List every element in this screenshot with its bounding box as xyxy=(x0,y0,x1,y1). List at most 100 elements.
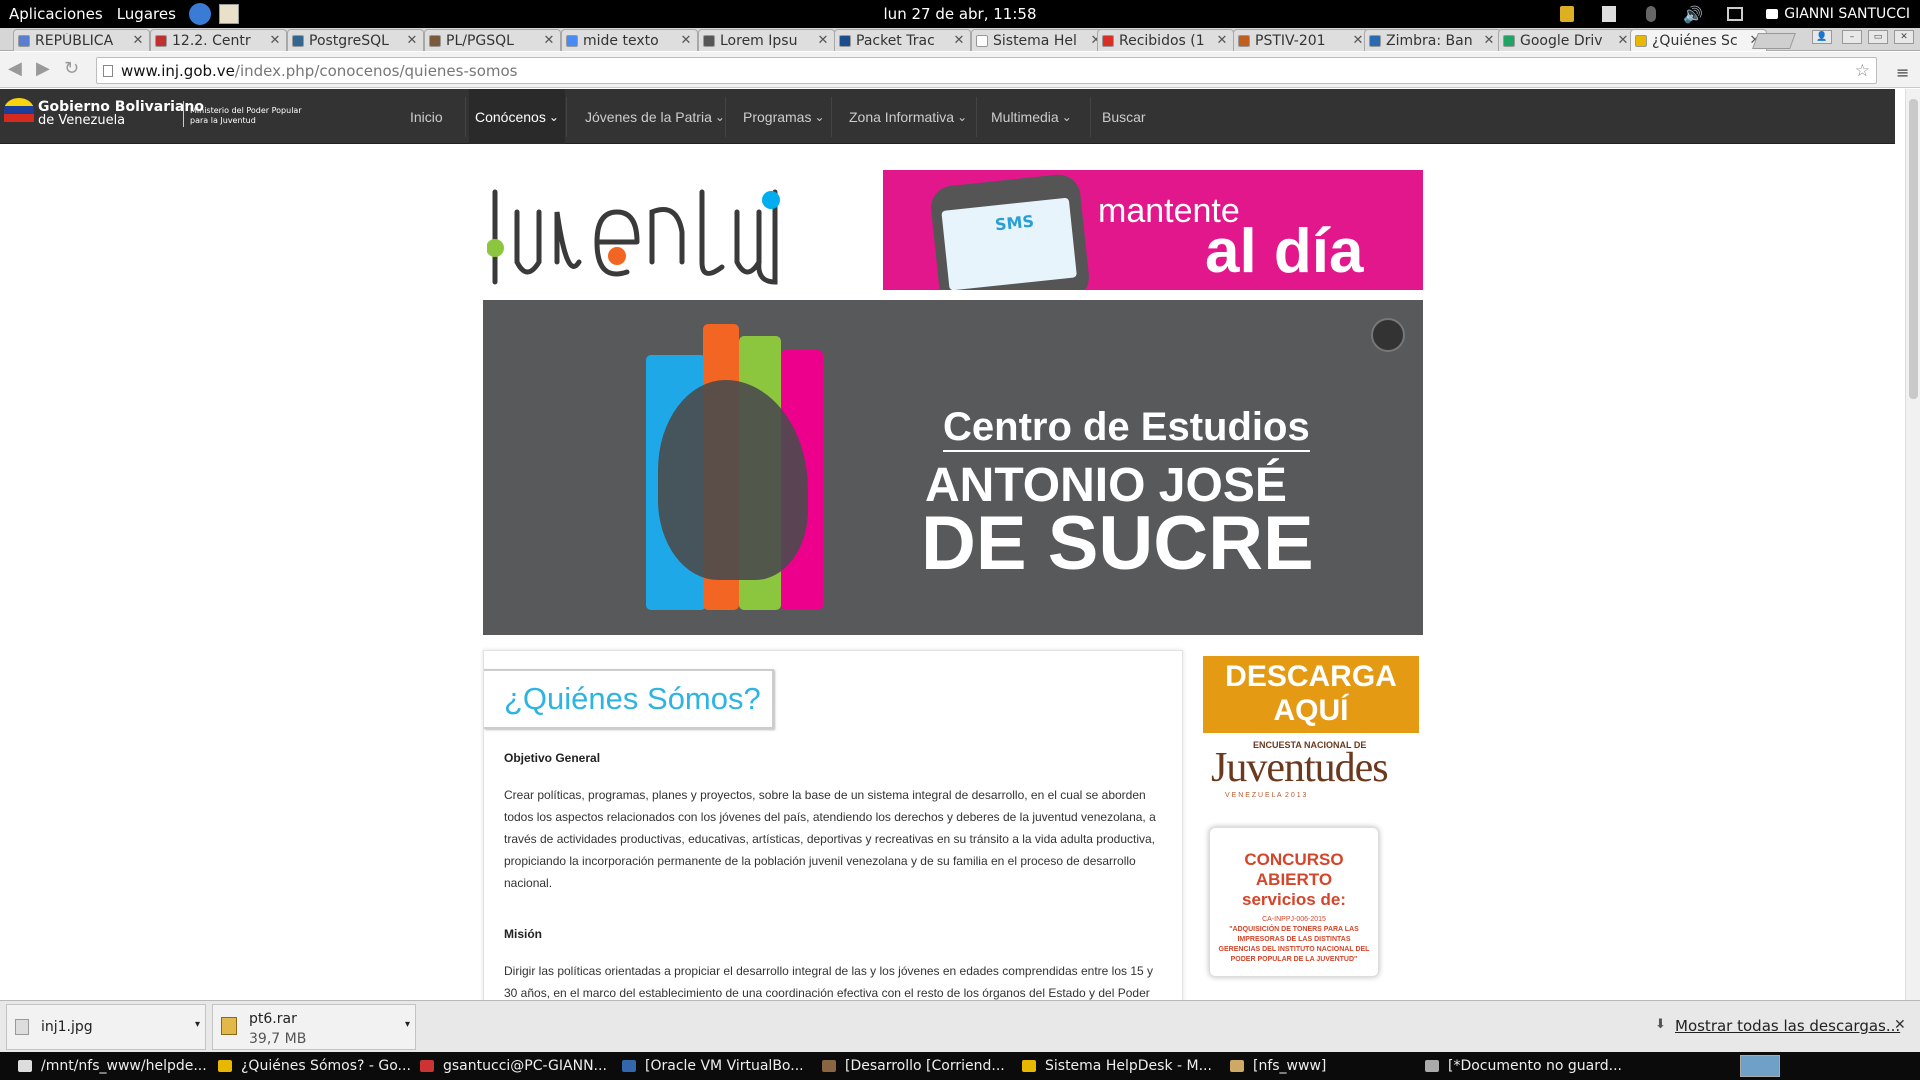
browser-tab[interactable]: Google Driv ✕ xyxy=(1498,29,1635,51)
download-item[interactable]: inj1.jpg ▾ xyxy=(6,1004,206,1050)
tab-label: PostgreSQL xyxy=(309,32,389,49)
editor-launcher-icon[interactable] xyxy=(218,4,239,24)
tab-label: PL/PGSQL xyxy=(446,32,514,49)
maximize-button[interactable]: ▭ xyxy=(1868,30,1888,44)
show-all-downloads-link[interactable]: Mostrar todas las descargas... xyxy=(1675,1017,1900,1035)
browser-tab[interactable]: Lorem Ipsu ✕ xyxy=(698,29,835,51)
close-window-button[interactable]: ✕ xyxy=(1894,30,1914,44)
web-page: Gobierno Bolivariano de Venezuela Minist… xyxy=(0,89,1895,1000)
tab-label: PSTIV-201 xyxy=(1255,32,1326,49)
browser-tab[interactable]: REPÚBLICA ✕ xyxy=(13,29,150,51)
tab-close-icon[interactable]: ✕ xyxy=(542,33,556,48)
taskbar-window-label: gsantucci@PC-GIANN... xyxy=(443,1058,607,1074)
browser-tab[interactable]: Sistema Hel ✕ xyxy=(971,29,1108,51)
tab-favicon-icon xyxy=(155,34,167,47)
taskbar-window-button[interactable]: [nfs_www] xyxy=(1230,1055,1410,1077)
site-nav-item[interactable]: Zona Informativa ⌄ xyxy=(849,89,967,144)
tab-close-icon[interactable]: ✕ xyxy=(952,33,966,48)
hero-slideshow[interactable]: Centro de Estudios ANTONIO JOSÉ DE SUCRE xyxy=(483,300,1423,635)
browser-launcher-icon[interactable] xyxy=(188,3,211,25)
taskbar-window-button[interactable]: /mnt/nfs_www/helpde... xyxy=(18,1055,208,1077)
phone-screen xyxy=(941,197,1077,290)
mission-text: Dirigir las políticas orientadas a propi… xyxy=(504,964,1154,1000)
site-nav-item[interactable]: Multimedia ⌄ xyxy=(991,89,1072,144)
menu-icon[interactable]: ≡ xyxy=(1896,63,1909,82)
download-menu-arrow[interactable]: ▾ xyxy=(405,1019,410,1030)
places-menu[interactable]: Lugares xyxy=(112,5,185,23)
slideshow-timer-icon[interactable] xyxy=(1371,318,1405,352)
url-domain: www.inj.gob.ve xyxy=(121,61,235,80)
bookmark-star-icon[interactable]: ☆ xyxy=(1855,61,1870,81)
browser-tab[interactable]: ¿Quiénes Sc✕ xyxy=(1630,29,1767,51)
browser-tab[interactable]: 12.2. Centr ✕ xyxy=(150,29,287,51)
close-shelf-icon[interactable]: ✕ xyxy=(1894,1017,1906,1033)
taskbar-window-button[interactable]: [Oracle VM VirtualBo... xyxy=(622,1055,817,1077)
tab-label: Packet Trac xyxy=(856,32,935,49)
site-nav-item[interactable]: Inicio xyxy=(410,89,443,144)
taskbar-window-button[interactable]: ¿Quiénes Sómos? - Go... xyxy=(218,1055,413,1077)
download-menu-arrow[interactable]: ▾ xyxy=(195,1019,200,1030)
taskbar-window-button[interactable]: [*Documento no guard... xyxy=(1425,1055,1625,1077)
back-button[interactable]: ◀ xyxy=(8,60,22,78)
nav-separator xyxy=(566,97,567,137)
tab-favicon-icon xyxy=(18,34,30,47)
browser-tab[interactable]: PL/PGSQL ✕ xyxy=(424,29,561,51)
tab-close-icon[interactable]: ✕ xyxy=(1215,33,1229,48)
workspace-switcher[interactable] xyxy=(1740,1055,1780,1077)
forward-button[interactable]: ▶ xyxy=(36,60,50,78)
tab-favicon-icon xyxy=(566,34,578,47)
survey-country: V E N E Z U E L A 2 0 1 3 xyxy=(1225,792,1307,799)
site-nav-item[interactable]: Jóvenes de la Patria ⌄ xyxy=(585,89,725,144)
microphone-muted-icon[interactable] xyxy=(1640,5,1662,23)
browser-tab[interactable]: mide texto ✕ xyxy=(561,29,698,51)
browser-tab[interactable]: Packet Trac ✕ xyxy=(834,29,971,51)
taskbar-window-button[interactable]: gsantucci@PC-GIANN... xyxy=(420,1055,615,1077)
tab-label: Recibidos (1 xyxy=(1119,32,1205,49)
tab-close-icon[interactable]: ✕ xyxy=(131,33,145,48)
minimize-button[interactable]: – xyxy=(1842,30,1862,44)
page-icon xyxy=(103,65,113,77)
tab-close-icon[interactable]: ✕ xyxy=(1351,33,1365,48)
survey-download-widget[interactable]: DESCARGA AQUÍ ENCUESTA NACIONAL DE Juven… xyxy=(1203,656,1419,804)
top-panel: Aplicaciones Lugares lun 27 de abr, 11:5… xyxy=(0,0,1920,28)
tab-favicon-icon xyxy=(1102,34,1114,47)
tab-close-icon[interactable]: ✕ xyxy=(679,33,693,48)
taskbar-window-button[interactable]: Sistema HelpDesk - M... xyxy=(1022,1055,1222,1077)
tab-close-icon[interactable]: ✕ xyxy=(1482,33,1496,48)
site-nav-item[interactable]: Programas ⌄ xyxy=(743,89,825,144)
update-icon[interactable] xyxy=(1556,5,1578,23)
juventud-logo[interactable] xyxy=(487,172,783,292)
browser-tab[interactable]: Zimbra: Ban ✕ xyxy=(1364,29,1501,51)
tab-close-icon[interactable]: ✕ xyxy=(405,33,419,48)
open-contest-card[interactable]: CONCURSO ABIERTO servicios de: CA-INPPJ-… xyxy=(1209,827,1379,977)
tab-favicon-icon xyxy=(1503,34,1515,47)
logo-ministry2: para la Juventud xyxy=(190,116,256,125)
download-item[interactable]: pt6.rar 39,7 MB ▾ xyxy=(212,1004,416,1050)
download-here-banner[interactable]: DESCARGA AQUÍ xyxy=(1203,656,1419,733)
applications-menu[interactable]: Aplicaciones xyxy=(0,5,112,23)
browser-tab[interactable]: PSTIV-201 ✕ xyxy=(1233,29,1370,51)
profile-button[interactable]: 👤 xyxy=(1812,30,1832,44)
reload-button[interactable]: ↻ xyxy=(64,60,79,78)
scrollbar-thumb[interactable] xyxy=(1909,99,1918,399)
site-nav-item[interactable]: Conócenos ⌄ xyxy=(469,89,565,144)
user-menu[interactable]: GIANNI SANTUCCI xyxy=(1766,6,1910,22)
clipboard-icon[interactable] xyxy=(1598,5,1620,23)
download-name: inj1.jpg xyxy=(41,1019,93,1035)
tab-close-icon[interactable]: ✕ xyxy=(816,33,830,48)
tab-close-icon[interactable]: ✕ xyxy=(1616,33,1630,48)
site-nav-item[interactable]: Buscar xyxy=(1102,89,1146,144)
new-tab-button[interactable] xyxy=(1752,33,1796,49)
tab-close-icon[interactable]: ✕ xyxy=(268,33,282,48)
volume-icon[interactable]: 🔊 xyxy=(1682,5,1704,24)
chevron-down-icon: ⌄ xyxy=(814,109,825,124)
stay-updated-banner[interactable]: SMS mantente al día xyxy=(883,170,1423,290)
browser-tab[interactable]: PostgreSQL ✕ xyxy=(287,29,424,51)
taskbar-window-button[interactable]: [Desarrollo [Corriend... xyxy=(822,1055,1017,1077)
site-nav-label: Inicio xyxy=(410,108,443,125)
address-bar[interactable]: www.inj.gob.ve/index.php/conocenos/quien… xyxy=(96,57,1877,84)
browser-tab[interactable]: Recibidos (1 ✕ xyxy=(1097,29,1234,51)
network-icon[interactable] xyxy=(1724,5,1746,23)
taskbar-window-label: [*Documento no guard... xyxy=(1448,1058,1622,1074)
page-scrollbar[interactable] xyxy=(1905,89,1920,1000)
